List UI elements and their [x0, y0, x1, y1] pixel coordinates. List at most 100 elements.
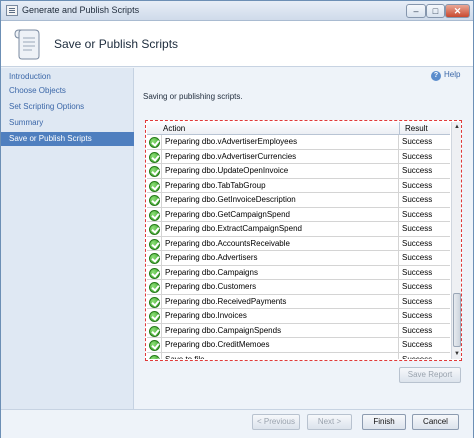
row-action: Preparing dbo.CreditMemoes: [161, 338, 399, 352]
row-action: Preparing dbo.TabTabGroup: [161, 178, 399, 193]
row-result: Success: [402, 151, 433, 161]
page-title: Save or Publish Scripts: [54, 37, 179, 51]
minimize-button[interactable]: –: [406, 4, 426, 18]
row-result: Success: [402, 253, 433, 262]
scroll-down-arrow[interactable]: ▼: [452, 349, 461, 359]
success-check-icon: [149, 238, 160, 250]
success-check-icon: [149, 282, 160, 293]
success-check-icon: [149, 195, 160, 206]
sidebar-item-save-or-publish-scripts[interactable]: Save or Publish Scripts: [1, 132, 134, 146]
success-check-icon: [149, 166, 160, 177]
table-row[interactable]: Preparing dbo.Campaigns Success: [147, 265, 450, 280]
row-action: Preparing dbo.AccountsReceivable: [161, 236, 399, 251]
close-button[interactable]: ✕: [445, 4, 470, 18]
success-check-icon: [149, 209, 160, 221]
table-row[interactable]: Preparing dbo.GetCampaignSpend Success: [147, 207, 450, 222]
table-row[interactable]: Preparing dbo.ExtractCampaignSpend Succes…: [147, 222, 450, 237]
table-body: Preparing dbo.vAdvertiserEmployees Succes…: [147, 135, 450, 359]
row-result: Success: [402, 282, 433, 291]
app-icon: [6, 5, 18, 16]
row-result: Success: [402, 325, 433, 335]
sidebar-item-introduction[interactable]: Introduction: [1, 70, 134, 84]
sidebar-item-set-scripting-options[interactable]: Set Scripting Options: [1, 100, 134, 114]
row-action: Preparing dbo.ExtractCampaignSpend: [161, 222, 399, 236]
row-result: Success: [402, 238, 433, 248]
table-row[interactable]: Preparing dbo.GetInvoiceDescription Succe…: [147, 193, 450, 208]
table-row[interactable]: Preparing dbo.TabTabGroup Success: [147, 178, 450, 193]
success-check-icon: [149, 311, 160, 322]
wizard-footer: < Previous Next > Finish Cancel: [1, 409, 473, 438]
row-result: Success: [402, 340, 433, 349]
sidebar-item-choose-objects[interactable]: Choose Objects: [1, 84, 134, 98]
column-header-result[interactable]: Result: [405, 124, 428, 133]
success-check-icon: [149, 340, 160, 351]
row-action: Preparing dbo.Invoices: [161, 309, 399, 323]
table-row[interactable]: Preparing dbo.vAdvertiserCurrencies Succe…: [147, 149, 450, 164]
column-header-action[interactable]: Action: [163, 124, 185, 133]
success-check-icon: [149, 151, 160, 163]
scroll-thumb[interactable]: [453, 293, 461, 347]
row-result: Success: [402, 180, 433, 190]
row-result: Success: [402, 311, 433, 320]
results-table: Action Result Preparing dbo.vAdvertiserE…: [147, 122, 450, 359]
row-action: Preparing dbo.ReceivedPayments: [161, 294, 399, 309]
row-action: Preparing dbo.GetCampaignSpend: [161, 207, 399, 222]
scroll-up-arrow[interactable]: ▲: [452, 122, 461, 132]
row-action: Preparing dbo.Advertisers: [161, 251, 399, 265]
vertical-scrollbar[interactable]: ▲ ▼: [451, 122, 461, 359]
row-result: Success: [402, 224, 433, 233]
table-row[interactable]: Preparing dbo.Invoices Success: [147, 309, 450, 324]
row-result: Success: [402, 166, 433, 175]
success-check-icon: [149, 137, 160, 148]
row-action: Preparing dbo.GetInvoiceDescription: [161, 193, 399, 207]
table-row[interactable]: Preparing dbo.Advertisers Success: [147, 251, 450, 266]
table-row[interactable]: Preparing dbo.UpdateOpenInvoice Success: [147, 164, 450, 179]
window-title: Generate and Publish Scripts: [22, 5, 140, 15]
title-bar[interactable]: Generate and Publish Scripts – □ ✕: [1, 1, 473, 21]
success-check-icon: [149, 224, 160, 235]
table-header: Action Result: [147, 122, 450, 135]
help-link[interactable]: ? Help: [431, 69, 460, 81]
row-action: Preparing dbo.Customers: [161, 280, 399, 294]
row-action: Preparing dbo.UpdateOpenInvoice: [161, 164, 399, 178]
success-check-icon: [149, 354, 160, 359]
table-row[interactable]: Save to file Success: [147, 352, 450, 360]
table-row[interactable]: Preparing dbo.CreditMemoes Success: [147, 338, 450, 353]
next-button[interactable]: Next >: [307, 414, 352, 430]
previous-button[interactable]: < Previous: [252, 414, 300, 430]
success-check-icon: [149, 180, 160, 192]
table-row[interactable]: Preparing dbo.ReceivedPayments Success: [147, 294, 450, 309]
row-result: Success: [402, 354, 433, 360]
row-result: Success: [402, 137, 433, 146]
cancel-button[interactable]: Cancel: [412, 414, 459, 430]
row-result: Success: [402, 209, 433, 219]
table-row[interactable]: Preparing dbo.Customers Success: [147, 280, 450, 295]
row-action: Preparing dbo.Campaigns: [161, 265, 399, 280]
row-result: Success: [402, 296, 433, 306]
row-action: Save to file: [161, 352, 399, 359]
finish-button[interactable]: Finish: [362, 414, 406, 430]
status-text: Saving or publishing scripts.: [143, 92, 243, 101]
table-row[interactable]: Preparing dbo.CampaignSpends Success: [147, 323, 450, 338]
scroll-icon: [14, 29, 40, 60]
success-check-icon: [149, 325, 160, 337]
row-action: Preparing dbo.CampaignSpends: [161, 323, 399, 338]
help-label: Help: [444, 70, 461, 79]
table-row[interactable]: Preparing dbo.vAdvertiserEmployees Succes…: [147, 135, 450, 150]
page-header: Save or Publish Scripts: [1, 21, 473, 67]
row-result: Success: [402, 267, 433, 277]
success-check-icon: [149, 253, 160, 264]
sidebar-item-summary[interactable]: Summary: [1, 116, 134, 130]
save-report-button[interactable]: Save Report: [399, 367, 461, 383]
row-action: Preparing dbo.vAdvertiserCurrencies: [161, 149, 399, 164]
wizard-steps-sidebar: Introduction Choose Objects Set Scriptin…: [1, 68, 134, 409]
row-result: Success: [402, 195, 433, 204]
success-check-icon: [149, 267, 160, 279]
help-icon: ?: [431, 71, 441, 81]
results-grid[interactable]: Action Result Preparing dbo.vAdvertiserE…: [145, 120, 462, 361]
dialog-window: Generate and Publish Scripts – □ ✕ Save …: [0, 0, 474, 438]
table-row[interactable]: Preparing dbo.AccountsReceivable Success: [147, 236, 450, 251]
main-content: ? Help Saving or publishing scripts. Acti…: [135, 68, 473, 409]
row-action: Preparing dbo.vAdvertiserEmployees: [161, 135, 399, 149]
maximize-button[interactable]: □: [426, 4, 445, 18]
